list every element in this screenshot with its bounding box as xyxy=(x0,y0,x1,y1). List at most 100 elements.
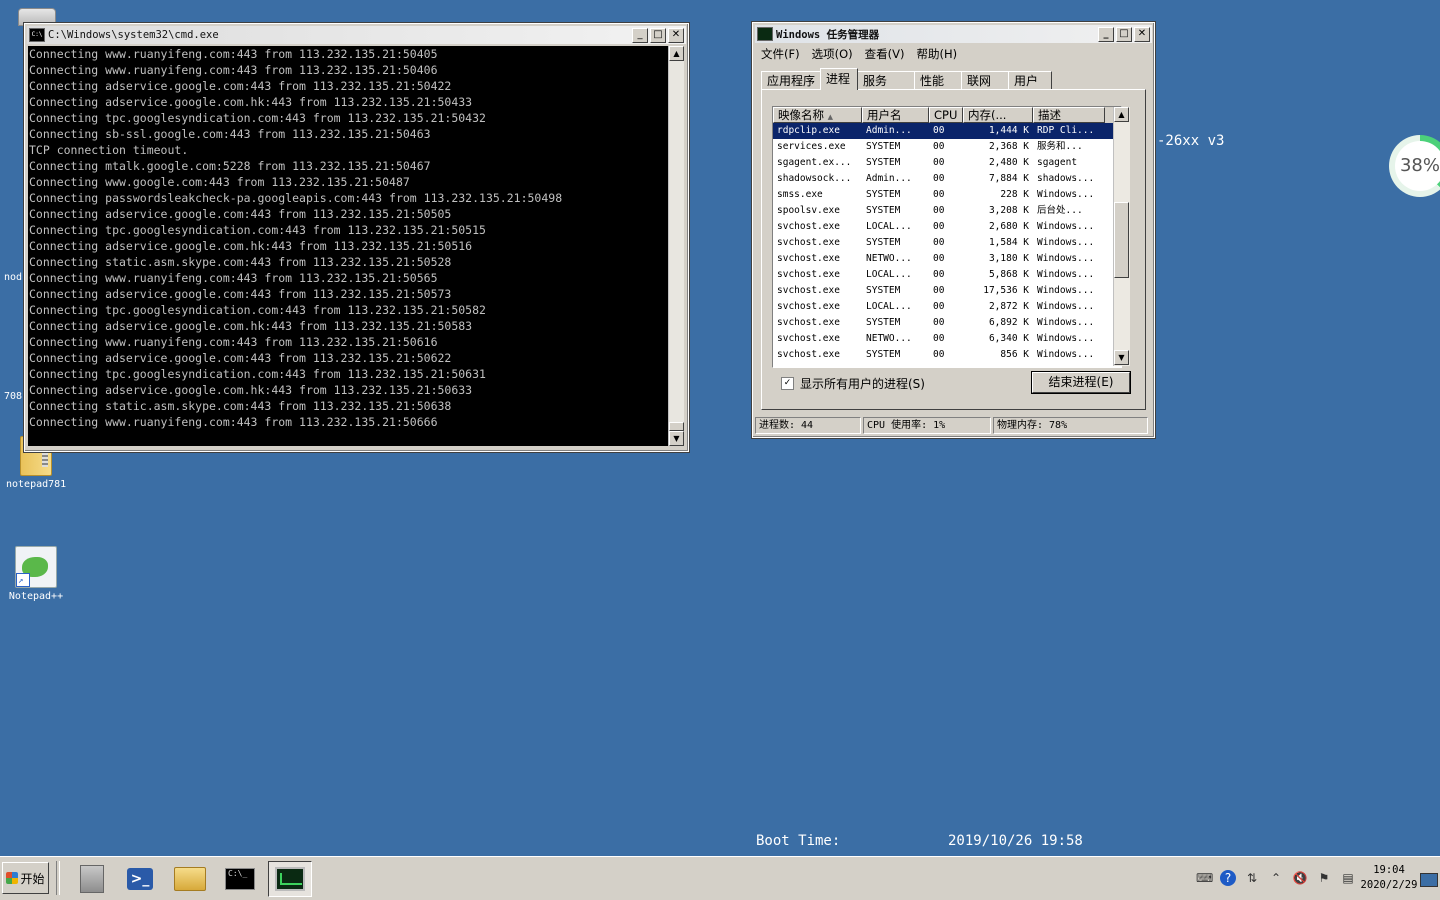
desktop-icon-notepadpp[interactable]: ↗ Notepad++ xyxy=(6,546,66,602)
console-line: Connecting adservice.google.com:443 from… xyxy=(29,351,452,365)
quicklaunch-server-manager[interactable] xyxy=(70,861,114,897)
language-bar-icon[interactable]: ⇅ xyxy=(1244,870,1260,886)
console-line: Connecting adservice.google.com:443 from… xyxy=(29,207,452,221)
process-row[interactable]: svchost.exe LOCAL... 00 2,872 K Windows... xyxy=(773,299,1121,315)
show-hidden-icons-chevron-icon[interactable]: ⌃ xyxy=(1268,870,1284,886)
menu-help[interactable]: 帮助(H) xyxy=(911,45,962,63)
process-list-scrollbar[interactable]: ▲ ▼ xyxy=(1113,107,1130,366)
task-manager-titlebar[interactable]: Windows 任务管理器 _ □ ✕ xyxy=(755,25,1152,43)
task-manager-window[interactable]: Windows 任务管理器 _ □ ✕ 文件(F) 选项(O) 查看(V) 帮助… xyxy=(751,21,1156,439)
show-all-users-checkbox[interactable]: ✓ 显示所有用户的进程(S) xyxy=(781,375,925,392)
system-tray: ⌨ ? ⇅ ⌃ 🔇 ⚑ ▤ xyxy=(1192,859,1360,897)
cell-cpu: 00 xyxy=(933,317,945,328)
cell-image-name: svchost.exe xyxy=(777,253,840,264)
quicklaunch-explorer[interactable] xyxy=(168,861,212,897)
cell-cpu: 00 xyxy=(933,141,945,152)
cell-memory: 856 K xyxy=(1000,349,1029,360)
cell-memory: 2,872 K xyxy=(988,301,1029,312)
process-row[interactable]: rdpclip.exe Admin... 00 1,444 K RDP Cli... xyxy=(773,123,1121,139)
cell-memory: 17,536 K xyxy=(983,285,1029,296)
task-manager-title: Windows 任务管理器 xyxy=(776,28,880,41)
task-manager-app-icon xyxy=(757,27,773,41)
tab-applications[interactable]: 应用程序 xyxy=(761,71,822,89)
scroll-down-arrow-icon[interactable]: ▼ xyxy=(1114,350,1129,365)
volume-muted-icon[interactable]: 🔇 xyxy=(1292,870,1308,886)
column-description[interactable]: 描述 xyxy=(1033,107,1105,123)
process-row[interactable]: svchost.exe SYSTEM 00 856 K Windows... xyxy=(773,347,1121,363)
console-output[interactable]: Connecting www.ruanyifeng.com:443 from 1… xyxy=(28,46,669,446)
folder-icon xyxy=(174,867,206,891)
cell-memory: 5,868 K xyxy=(988,269,1029,280)
tab-networking[interactable]: 联网 xyxy=(961,71,1010,89)
cell-user-name: SYSTEM xyxy=(866,317,901,328)
close-button[interactable]: ✕ xyxy=(1134,26,1150,42)
cmd-window[interactable]: C:\ C:\Windows\system32\cmd.exe _ □ ✕ Co… xyxy=(23,22,690,453)
scroll-up-arrow-icon[interactable]: ▲ xyxy=(1114,107,1129,122)
console-line: TCP connection timeout. xyxy=(29,143,189,157)
taskbar-task-manager-button[interactable] xyxy=(268,861,312,897)
column-user-name[interactable]: 用户名 xyxy=(862,107,929,123)
cell-image-name: spoolsv.exe xyxy=(777,205,840,216)
cell-description: Windows... xyxy=(1037,269,1095,280)
cell-user-name: SYSTEM xyxy=(866,189,901,200)
bginfo-version-text: -26xx v3 xyxy=(1157,133,1225,149)
process-row[interactable]: svchost.exe LOCAL... 00 2,680 K Windows... xyxy=(773,219,1121,235)
maximize-button[interactable]: □ xyxy=(650,27,666,43)
maximize-button[interactable]: □ xyxy=(1116,26,1132,42)
process-row[interactable]: svchost.exe SYSTEM 00 1,584 K Windows... xyxy=(773,235,1121,251)
close-button[interactable]: ✕ xyxy=(668,27,684,43)
process-row[interactable]: services.exe SYSTEM 00 2,368 K 服务和... xyxy=(773,139,1121,155)
menu-view[interactable]: 查看(V) xyxy=(860,45,910,63)
network-monitor-widget[interactable]: 38% xyxy=(1389,135,1440,197)
cell-image-name: sgagent.ex... xyxy=(777,157,852,168)
quicklaunch-powershell[interactable]: >_ xyxy=(118,861,162,897)
taskbar: 开始 >_ C:\_ ⌨ ? ⇅ ⌃ 🔇 ⚑ ▤ 19:04 2020/2/29 xyxy=(0,856,1440,900)
tab-processes[interactable]: 进程 xyxy=(820,68,859,90)
process-row[interactable]: svchost.exe LOCAL... 00 5,868 K Windows... xyxy=(773,267,1121,283)
scroll-thumb[interactable] xyxy=(669,422,684,431)
action-center-flag-icon[interactable]: ⚑ xyxy=(1316,870,1332,886)
process-row[interactable]: svchost.exe NETWO... 00 3,180 K Windows... xyxy=(773,251,1121,267)
start-label: 开始 xyxy=(20,871,45,886)
minimize-button[interactable]: _ xyxy=(632,27,648,43)
cmd-window-title: C:\Windows\system32\cmd.exe xyxy=(48,29,219,41)
notepadpp-icon: ↗ xyxy=(15,546,57,588)
scroll-thumb[interactable] xyxy=(1114,202,1129,278)
cell-user-name: NETWO... xyxy=(866,253,912,264)
process-row[interactable]: sgagent.ex... SYSTEM 00 2,480 K sgagent xyxy=(773,155,1121,171)
end-process-button[interactable]: 结束进程(E) xyxy=(1031,371,1131,394)
cell-memory: 2,368 K xyxy=(988,141,1029,152)
cmd-titlebar[interactable]: C:\ C:\Windows\system32\cmd.exe _ □ ✕ xyxy=(27,26,686,44)
help-icon[interactable]: ? xyxy=(1220,870,1236,886)
taskbar-clock[interactable]: 19:04 2020/2/29 xyxy=(1355,863,1423,893)
start-button[interactable]: 开始 xyxy=(2,862,49,894)
taskbar-cmd-button[interactable]: C:\_ xyxy=(218,861,262,897)
minimize-button[interactable]: _ xyxy=(1098,26,1114,42)
process-row[interactable]: spoolsv.exe SYSTEM 00 3,208 K 后台处... xyxy=(773,203,1121,219)
tab-services[interactable]: 服务 xyxy=(857,71,916,89)
cell-cpu: 00 xyxy=(933,253,945,264)
process-row[interactable]: svchost.exe SYSTEM 00 6,892 K Windows... xyxy=(773,315,1121,331)
process-row[interactable]: svchost.exe SYSTEM 00 17,536 K Windows... xyxy=(773,283,1121,299)
tab-performance[interactable]: 性能 xyxy=(914,71,963,89)
process-row[interactable]: shadowsock... Admin... 00 7,884 K shadows... xyxy=(773,171,1121,187)
show-desktop-button[interactable] xyxy=(1420,873,1438,887)
cell-description: Windows... xyxy=(1037,237,1095,248)
console-line: Connecting static.asm.skype.com:443 from… xyxy=(29,399,452,413)
keyboard-icon[interactable]: ⌨ xyxy=(1196,870,1213,886)
menu-options[interactable]: 选项(O) xyxy=(807,45,858,63)
column-cpu[interactable]: CPU xyxy=(929,107,963,123)
column-image-name[interactable]: 映像名称 ▲ xyxy=(773,107,862,123)
process-row[interactable]: smss.exe SYSTEM 00 228 K Windows... xyxy=(773,187,1121,203)
menu-file[interactable]: 文件(F) xyxy=(756,45,805,63)
console-line: Connecting www.ruanyifeng.com:443 from 1… xyxy=(29,271,438,285)
console-scrollbar[interactable]: ▲ ▼ xyxy=(668,46,684,446)
tab-users[interactable]: 用户 xyxy=(1008,71,1053,89)
column-memory[interactable]: 内存(... xyxy=(963,107,1033,123)
cell-cpu: 00 xyxy=(933,301,945,312)
scroll-down-arrow-icon[interactable]: ▼ xyxy=(669,431,684,446)
process-list[interactable]: 映像名称 ▲ 用户名 CPU 内存(... 描述 rdpclip.exe Admi… xyxy=(772,106,1122,368)
network-icon[interactable]: ▤ xyxy=(1340,870,1356,886)
scroll-up-arrow-icon[interactable]: ▲ xyxy=(669,46,684,61)
process-row[interactable]: svchost.exe NETWO... 00 6,340 K Windows... xyxy=(773,331,1121,347)
